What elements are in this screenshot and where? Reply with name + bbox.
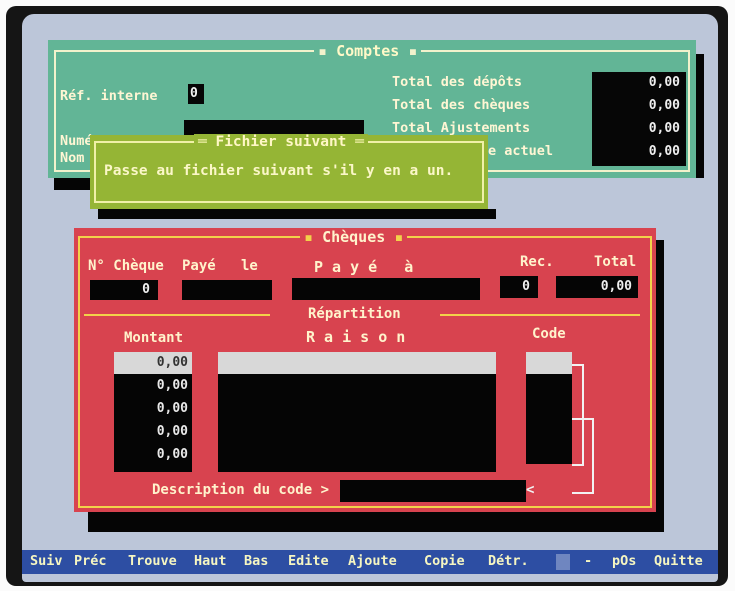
popup-shadow bbox=[98, 209, 496, 219]
cheques-shadow-right bbox=[656, 240, 664, 532]
no-cheque-field[interactable]: 0 bbox=[90, 280, 158, 300]
montant-cell[interactable]: 0,00 bbox=[116, 355, 188, 370]
comptes-title: ▪ Comptes ▪ bbox=[314, 42, 422, 60]
totals-box: 0,00 0,00 0,00 0,00 bbox=[592, 72, 686, 166]
fkey-haut[interactable]: Haut bbox=[194, 553, 227, 569]
total-field[interactable]: 0,00 bbox=[556, 276, 638, 298]
solde-actuel-label: e actuel bbox=[488, 143, 554, 159]
rec-label: Rec. bbox=[520, 254, 554, 270]
montant-cell[interactable]: 0,00 bbox=[116, 424, 188, 439]
fkey-dash[interactable]: - bbox=[584, 553, 592, 569]
description-field[interactable] bbox=[340, 480, 526, 502]
total-depots-label: Total des dépôts bbox=[392, 74, 523, 90]
description-label: Description du code > bbox=[152, 482, 330, 498]
no-cheque-label: N° Chèque bbox=[88, 258, 164, 274]
nom-label: Nom bbox=[60, 150, 85, 166]
fkey-ajoute[interactable]: Ajoute bbox=[348, 553, 397, 569]
screen: ▪ Comptes ▪ Réf. interne 0 Numéro Compte… bbox=[22, 14, 718, 582]
ref-interne-field[interactable]: 0 bbox=[188, 84, 204, 104]
total-ajustements-label: Total Ajustements bbox=[392, 120, 531, 136]
fichier-suivant-popup: ═ Fichier suivant ═ Passe au fichier sui… bbox=[90, 134, 488, 209]
code-row-selected[interactable] bbox=[526, 352, 572, 374]
fkey-quitte[interactable]: Quitte bbox=[654, 553, 703, 569]
total-label: Total bbox=[594, 254, 637, 270]
fkey-detr[interactable]: Détr. bbox=[488, 553, 529, 569]
paye-le-field[interactable] bbox=[182, 280, 272, 300]
rec-field[interactable]: 0 bbox=[500, 276, 538, 298]
paye-a-field[interactable] bbox=[292, 278, 480, 300]
fkey-trouve[interactable]: Trouve bbox=[128, 553, 177, 569]
fkey-bas[interactable]: Bas bbox=[244, 553, 268, 569]
cheques-shadow bbox=[88, 512, 656, 532]
cheques-title: ▪ Chèques ▪ bbox=[300, 228, 408, 246]
fkey-pos[interactable]: pOs bbox=[612, 553, 636, 569]
popup-message: Passe au fichier suivant s'il y en a un. bbox=[104, 163, 454, 179]
repartition-line-left bbox=[84, 314, 270, 316]
description-arrow: < bbox=[526, 482, 535, 498]
montant-cell[interactable]: 0,00 bbox=[116, 378, 188, 393]
total-cheques-label: Total des chèques bbox=[392, 97, 531, 113]
montant-label: Montant bbox=[124, 330, 184, 346]
total-depots-value: 0,00 bbox=[648, 75, 680, 90]
repartition-label: Répartition bbox=[308, 306, 401, 322]
repartition-line-right bbox=[440, 314, 640, 316]
function-bar: Suiv Préc Trouve Haut Bas Edite Ajoute C… bbox=[22, 550, 718, 574]
total-ajustements-value: 0,00 bbox=[648, 121, 680, 136]
fkey-copie[interactable]: Copie bbox=[424, 553, 465, 569]
total-cheques-value: 0,00 bbox=[648, 98, 680, 113]
solde-actuel-value: 0,00 bbox=[648, 144, 680, 159]
description-bracket bbox=[572, 418, 594, 494]
cheques-window: ▪ Chèques ▪ N° Chèque Payé le P a y é à … bbox=[74, 228, 656, 512]
raison-label: R a i s o n bbox=[306, 328, 406, 346]
paye-a-label: P a y é à bbox=[314, 258, 414, 276]
raison-row-selected[interactable] bbox=[218, 352, 496, 374]
popup-title: ═ Fichier suivant ═ bbox=[194, 134, 368, 150]
code-label: Code bbox=[532, 326, 566, 342]
montant-cell[interactable]: 0,00 bbox=[116, 401, 188, 416]
fkey-prec[interactable]: Préc bbox=[74, 553, 107, 569]
montant-cell[interactable]: 0,00 bbox=[116, 447, 188, 462]
paye-le-label: Payé le bbox=[182, 258, 258, 274]
fkey-marker bbox=[556, 554, 570, 570]
fkey-suiv[interactable]: Suiv bbox=[30, 553, 63, 569]
ref-interne-label: Réf. interne bbox=[60, 88, 158, 104]
fkey-edite[interactable]: Edite bbox=[288, 553, 329, 569]
